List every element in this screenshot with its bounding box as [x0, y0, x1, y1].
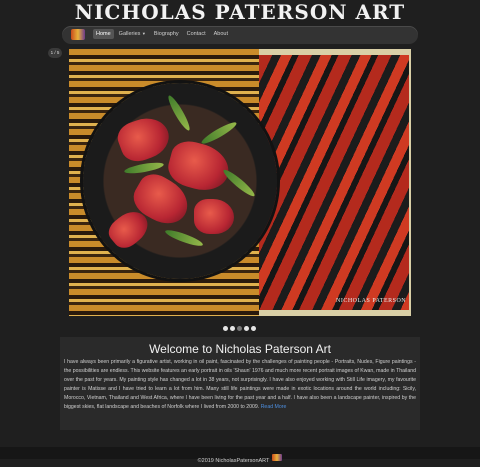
welcome-body: I have always been primarily a figurativ… — [64, 358, 416, 411]
nav-item-contact[interactable]: Contact — [184, 29, 209, 39]
carousel-indicators — [223, 326, 256, 331]
carousel-indicator[interactable] — [251, 326, 256, 331]
nav-item-home[interactable]: Home — [93, 29, 114, 39]
painting-signature: NICHOLAS PATERSON — [336, 298, 407, 304]
footer-logo-icon — [272, 454, 283, 461]
welcome-section: Welcome to Nicholas Paterson Art I have … — [60, 337, 420, 430]
site-logo-icon[interactable] — [71, 29, 85, 40]
carousel-indicator-active[interactable] — [237, 326, 242, 331]
nav-item-biography[interactable]: Biography — [151, 29, 182, 39]
painting-striped-cloth — [259, 55, 409, 310]
slide-counter: 1 / 5 — [48, 48, 62, 58]
nav-item-about[interactable]: About — [211, 29, 231, 39]
carousel-indicator[interactable] — [230, 326, 235, 331]
carousel-indicator[interactable] — [244, 326, 249, 331]
welcome-heading: Welcome to Nicholas Paterson Art — [149, 342, 331, 356]
welcome-text: I have always been primarily a figurativ… — [64, 359, 416, 410]
chevron-down-icon: ▼ — [141, 31, 146, 36]
nav-item-galleries-label: Galleries — [118, 31, 141, 37]
painting-fruit — [194, 199, 234, 234]
carousel-slide-image[interactable]: NICHOLAS PATERSON — [69, 49, 411, 316]
nav-item-galleries[interactable]: Galleries ▼ — [116, 29, 149, 39]
site-title: Nicholas Paterson Art — [74, 0, 406, 24]
carousel-indicator[interactable] — [223, 326, 228, 331]
read-more-link[interactable]: Read More — [261, 404, 287, 410]
footer: ©2019 NicholasPatersonART — [0, 447, 480, 464]
main-navbar: Home Galleries ▼ Biography Contact About — [62, 26, 418, 44]
